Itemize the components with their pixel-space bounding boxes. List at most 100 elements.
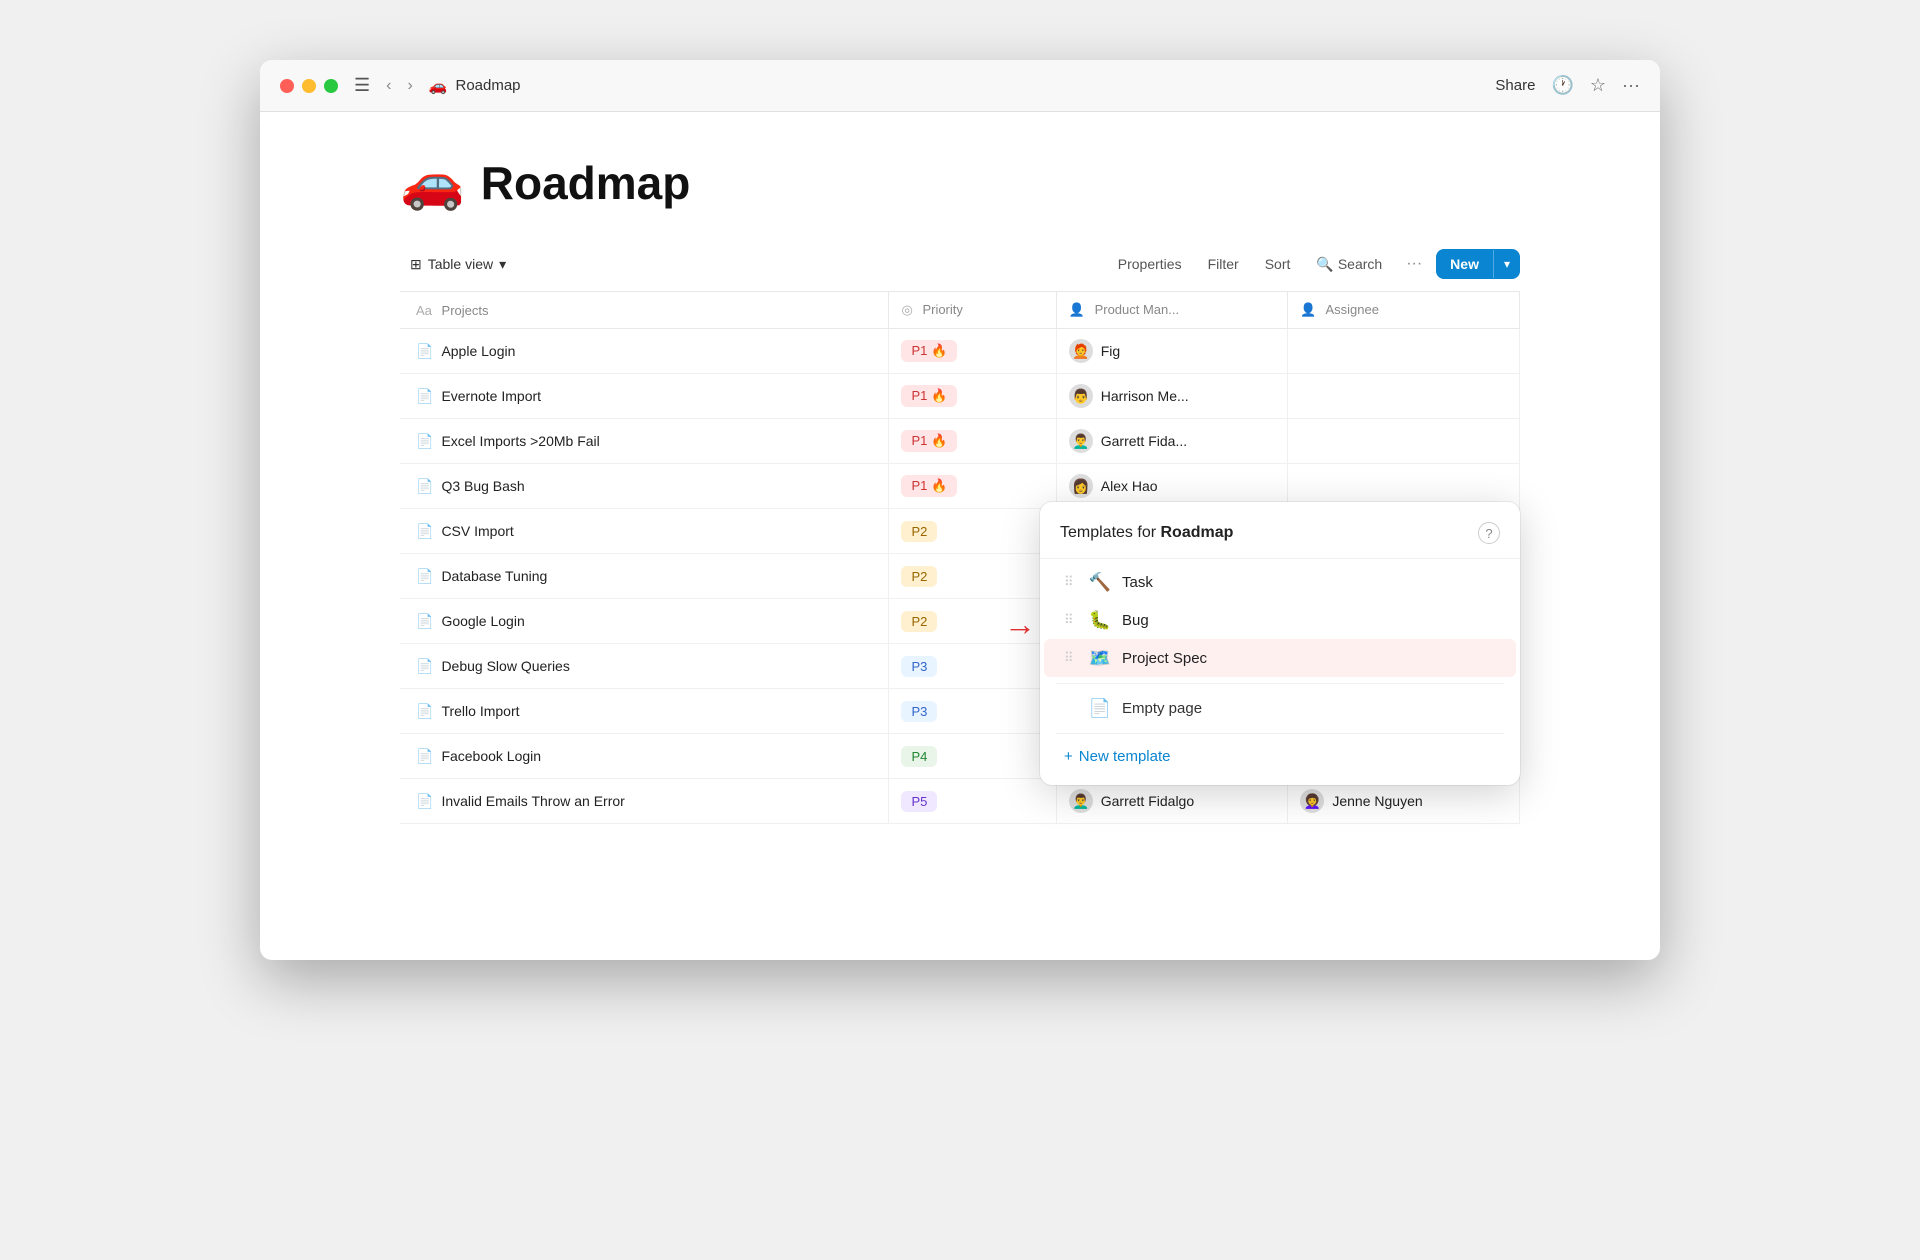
page-heading: 🚗 Roadmap <box>400 152 1520 213</box>
cell-priority: P1 🔥 <box>889 374 1056 419</box>
empty-page-item[interactable]: 📄 Empty page <box>1044 690 1516 727</box>
hamburger-menu-button[interactable]: ☰ <box>354 75 370 96</box>
page-heading-title: Roadmap <box>481 156 691 210</box>
th-projects-label: Projects <box>442 303 489 318</box>
minimize-button[interactable] <box>302 79 316 93</box>
project-spec-template-label: Project Spec <box>1122 650 1468 667</box>
new-main-button[interactable]: New <box>1436 249 1493 279</box>
priority-badge: P2 <box>901 521 937 542</box>
th-projects: Aa Projects <box>400 292 889 329</box>
toolbar-left: ⊞ Table view ▾ <box>400 251 516 278</box>
cell-project-name: 📄Facebook Login <box>400 734 889 779</box>
th-pm-icon: 👤 <box>1069 302 1085 317</box>
project-name-text: Excel Imports >20Mb Fail <box>441 433 599 449</box>
cell-priority: P4 <box>889 734 1056 779</box>
search-icon: 🔍 <box>1316 256 1333 273</box>
templates-divider-2 <box>1056 733 1504 734</box>
favorite-button[interactable]: ☆ <box>1590 75 1606 96</box>
table-view-button[interactable]: ⊞ Table view ▾ <box>400 251 516 278</box>
priority-badge: P3 <box>901 656 937 677</box>
table-row[interactable]: 📄Apple Login P1 🔥 🧑‍🦰Fig <box>400 329 1520 374</box>
th-projects-icon: Aa <box>416 303 432 318</box>
page-emoji: 🚗 <box>429 77 448 95</box>
drag-handle-bug-icon: ⠿ <box>1064 612 1084 628</box>
cell-priority: P2 <box>889 554 1056 599</box>
filter-button[interactable]: Filter <box>1198 251 1249 277</box>
sort-button[interactable]: Sort <box>1255 251 1301 277</box>
more-options-button[interactable]: ··· <box>1622 75 1640 96</box>
pm-avatar: 👩 <box>1069 474 1093 498</box>
search-button[interactable]: 🔍 Search <box>1306 251 1392 278</box>
cell-pm: 👨‍🦱Garrett Fida... <box>1056 419 1288 464</box>
pm-cell: 👨‍🦱Garrett Fidalgo <box>1069 789 1276 813</box>
back-button[interactable]: ‹ <box>382 75 395 97</box>
row-page-icon: 📄 <box>416 658 433 675</box>
table-row[interactable]: 📄Evernote ImportP1 🔥👨Harrison Me... <box>400 374 1520 419</box>
maximize-button[interactable] <box>324 79 338 93</box>
templates-help-button[interactable]: ? <box>1478 522 1500 544</box>
table-row[interactable]: 📄Excel Imports >20Mb FailP1 🔥 👨‍🦱Garrett … <box>400 419 1520 464</box>
th-priority-icon: ◎ <box>901 302 912 317</box>
cell-project-name: 📄Trello Import <box>400 689 889 734</box>
new-template-label: New template <box>1079 748 1171 765</box>
project-name-text: Facebook Login <box>441 748 541 764</box>
project-spec-template-emoji: 🗺️ <box>1088 648 1112 669</box>
cell-project-name: 📄Database Tuning <box>400 554 889 599</box>
page-icon-title: 🚗 Roadmap <box>429 77 521 95</box>
cell-assignee <box>1288 374 1520 419</box>
share-button[interactable]: Share <box>1495 77 1535 94</box>
cell-assignee: 👩‍🦱Jenne Nguyen <box>1288 779 1520 824</box>
close-button[interactable] <box>280 79 294 93</box>
view-chevron-icon: ▾ <box>499 256 506 273</box>
row-page-icon: 📄 <box>416 478 433 495</box>
template-item-project-spec[interactable]: ⠿ 🗺️ Project Spec ··· <box>1044 639 1516 677</box>
pm-cell: 👨‍🦱Garrett Fida... <box>1069 429 1276 453</box>
task-template-emoji: 🔨 <box>1088 572 1112 593</box>
new-template-button[interactable]: + New template <box>1044 740 1524 773</box>
cell-priority: P2 <box>889 509 1056 554</box>
search-label: Search <box>1338 256 1382 272</box>
template-item-task[interactable]: ⠿ 🔨 Task ··· <box>1044 563 1516 601</box>
assignee-avatar: 👩‍🦱 <box>1300 789 1324 813</box>
heading-emoji: 🚗 <box>400 152 465 213</box>
cell-priority: P1 🔥 <box>889 329 1056 374</box>
new-dropdown-button[interactable]: ▾ <box>1493 250 1520 278</box>
table-row[interactable]: 📄Invalid Emails Throw an ErrorP5👨‍🦱Garre… <box>400 779 1520 824</box>
properties-button[interactable]: Properties <box>1108 251 1192 277</box>
pm-name: Garrett Fidalgo <box>1101 793 1194 809</box>
row-page-icon: 📄 <box>416 523 433 540</box>
page-title-label: Roadmap <box>455 77 520 94</box>
project-name-text: Q3 Bug Bash <box>441 478 524 494</box>
drag-handle-task-icon: ⠿ <box>1064 574 1084 590</box>
toolbar-right: Properties Filter Sort 🔍 Search ··· New … <box>1108 249 1520 279</box>
cell-project-name: 📄Apple Login <box>400 329 889 374</box>
traffic-lights <box>280 79 338 93</box>
templates-header: Templates for Roadmap ? <box>1040 518 1520 559</box>
cell-priority: P1 🔥 <box>889 464 1056 509</box>
cell-project-name: 📄Excel Imports >20Mb Fail <box>400 419 889 464</box>
cell-project-name: 📄 Evernote Import <box>400 374 889 419</box>
row-page-icon: 📄 <box>416 613 433 630</box>
cell-pm: 🧑‍🦰Fig <box>1056 329 1288 374</box>
history-button[interactable]: 🕐 <box>1551 75 1573 96</box>
row-page-icon: 📄 <box>416 343 433 360</box>
templates-page-name: Roadmap <box>1160 524 1233 541</box>
row-page-icon: 📄 <box>416 793 433 810</box>
pm-name: Alex Hao <box>1101 478 1158 494</box>
priority-badge: P1 🔥 <box>901 340 957 362</box>
titlebar-right: Share 🕐 ☆ ··· <box>1495 75 1640 96</box>
th-assignee: 👤 Assignee <box>1288 292 1520 329</box>
forward-button[interactable]: › <box>403 75 416 97</box>
cell-project-name: 📄CSV Import <box>400 509 889 554</box>
new-button-group: New ▾ <box>1436 249 1520 279</box>
bug-template-label: Bug <box>1122 612 1468 629</box>
drag-handle-project-spec-icon: ⠿ <box>1064 650 1084 666</box>
row-page-icon: 📄 <box>416 388 433 405</box>
cell-priority: P1 🔥 <box>889 419 1056 464</box>
priority-badge: P5 <box>901 791 937 812</box>
project-name-text: Evernote Import <box>441 388 541 404</box>
cell-project-name: 📄 Q3 Bug Bash <box>400 464 889 509</box>
template-item-bug[interactable]: ⠿ 🐛 Bug ··· <box>1044 601 1516 639</box>
priority-badge: P1 🔥 <box>901 385 957 407</box>
toolbar-more-button[interactable]: ··· <box>1398 250 1430 278</box>
